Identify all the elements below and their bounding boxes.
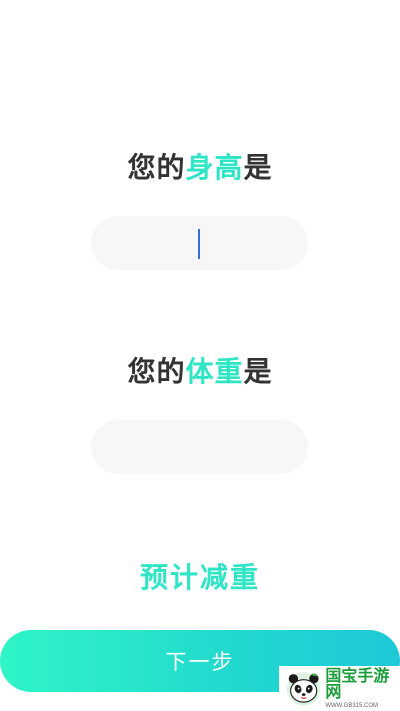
watermark-text: 国宝手游网 WWW.GB315.COM xyxy=(325,666,400,710)
weight-input[interactable] xyxy=(91,420,308,474)
watermark-url: WWW.GB315.COM xyxy=(325,703,378,709)
height-question-prefix: 您的 xyxy=(127,151,186,184)
weight-question-suffix: 是 xyxy=(243,355,273,388)
watermark-title: 国宝手游网 xyxy=(325,666,390,701)
panda-logo-icon xyxy=(286,671,321,706)
watermark: 国宝手游网 WWW.GB315.COM xyxy=(279,666,400,711)
weight-question-prefix: 您的 xyxy=(127,355,186,388)
estimate-weight-loss-label[interactable]: 预计减重 xyxy=(0,556,400,596)
height-question: 您的身高是 xyxy=(0,146,400,186)
weight-question: 您的体重是 xyxy=(0,350,400,390)
weight-question-highlight: 体重 xyxy=(185,355,244,388)
height-question-highlight: 身高 xyxy=(185,151,244,184)
text-cursor xyxy=(198,229,200,259)
height-question-suffix: 是 xyxy=(243,151,273,184)
